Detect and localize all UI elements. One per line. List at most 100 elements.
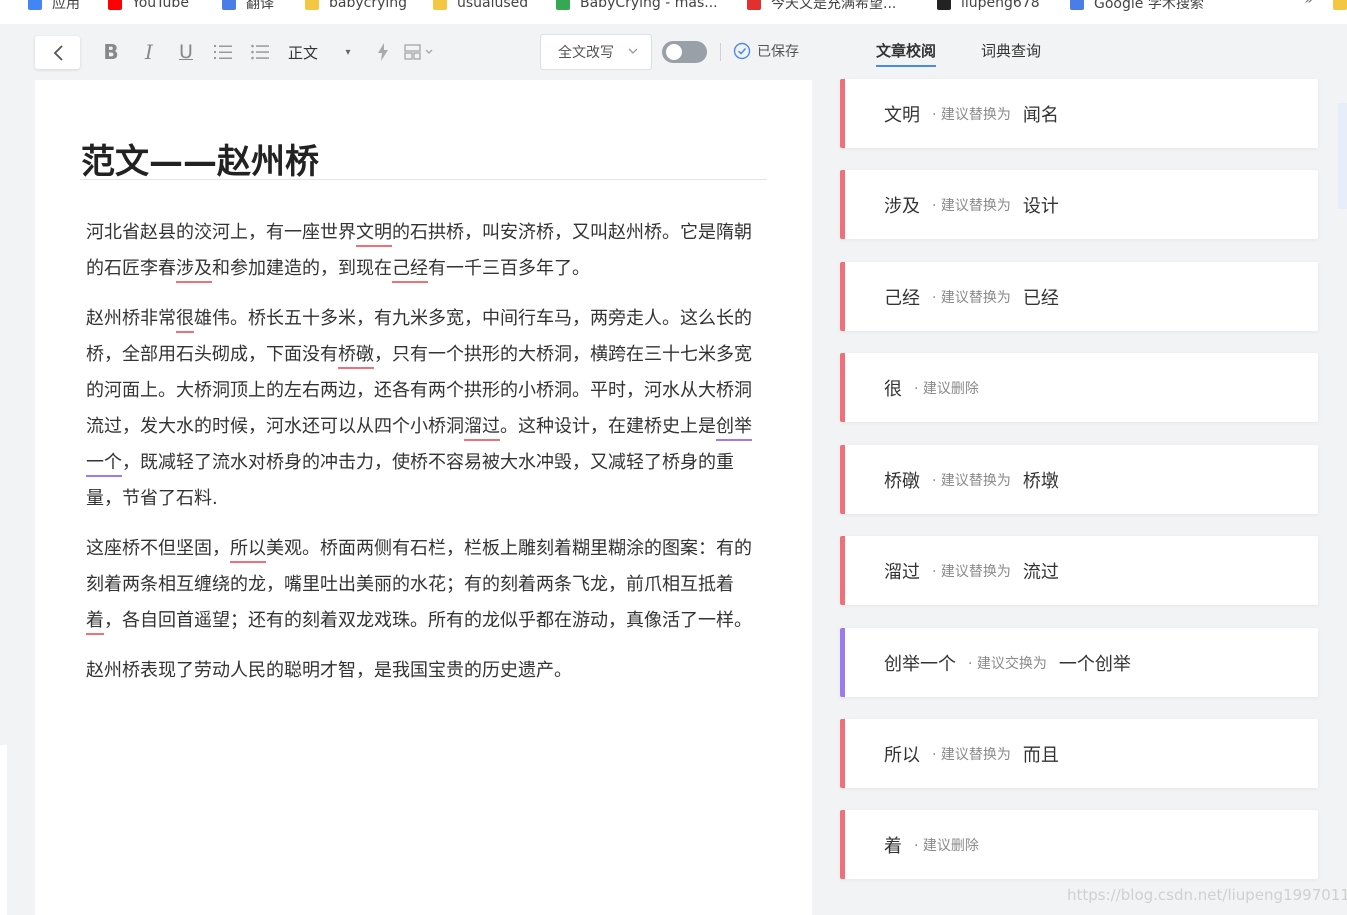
editor-toolbar: B I U 正文 ▾ 全文改写 已保存 (0, 24, 830, 80)
rewrite-label: 全文改写 (558, 45, 614, 61)
suggestion-original: 很 (884, 378, 902, 400)
suggestion-hint: · 建议替换为 (932, 106, 1011, 123)
suggestion-replacement[interactable]: 而且 (1023, 741, 1059, 767)
flagged-word[interactable]: 文明 (356, 222, 392, 243)
suggestion-card[interactable]: 溜过 · 建议替换为 流过 (840, 536, 1318, 605)
github-icon (937, 0, 951, 10)
suggestion-accent-bar (840, 628, 845, 697)
text-run: 赵州桥表现了劳动人民的聪明才智，是我国宝贵的历史遗产。 (86, 660, 572, 681)
bookmarks-overflow-button[interactable]: » (1304, 0, 1313, 8)
suggestion-card[interactable]: 很 · 建议删除 (840, 353, 1318, 422)
suggestion-replacement[interactable]: 闻名 (1023, 101, 1059, 127)
title-divider (80, 179, 767, 180)
toolbar-divider (720, 43, 721, 61)
bookmark-label: babycrying (329, 0, 408, 11)
paragraph[interactable]: 这座桥不但坚固，所以美观。桥面两侧有石栏，栏板上雕刻着糊里糊涂的图案：有的刻着两… (86, 531, 766, 639)
bookmark-item[interactable]: YouTube (108, 0, 189, 13)
suggestion-original: 涉及 (884, 195, 920, 217)
flagged-word[interactable]: 所以 (230, 538, 266, 559)
left-gutter (0, 745, 7, 915)
csdn-icon (747, 0, 761, 10)
italic-icon[interactable]: I (138, 39, 160, 65)
text-run: 这座桥不但坚固， (86, 538, 230, 559)
lightning-icon[interactable] (374, 39, 392, 65)
bullet-list-icon[interactable] (249, 39, 271, 65)
rewrite-toggle[interactable] (662, 41, 707, 63)
suggestion-card[interactable]: 文明 · 建议替换为 闻名 (840, 79, 1318, 148)
suggestion-original: 创举一个 (884, 653, 956, 675)
paragraph[interactable]: 河北省赵县的洨河上，有一座世界文明的石拱桥，叫安济桥，又叫赵州桥。它是隋朝的石匠… (86, 215, 766, 287)
flagged-word[interactable]: 着 (86, 610, 104, 631)
tab-dictionary[interactable]: 词典查询 (981, 40, 1041, 67)
bookmark-label: Google 学术搜索 (1094, 0, 1204, 12)
suggestion-replacement[interactable]: 桥墩 (1023, 467, 1059, 493)
suggestion-card[interactable]: 着 · 建议删除 (840, 810, 1318, 879)
panel-tabs: 文章校阅 词典查询 (876, 40, 1041, 67)
bookmark-label: YouTube (132, 0, 189, 11)
document-editor[interactable]: 范文——赵州桥 河北省赵县的洨河上，有一座世界文明的石拱桥，叫安济桥，又叫赵州桥… (35, 80, 812, 915)
ordered-list-icon[interactable] (212, 39, 234, 65)
watermark: https://blog.csdn.net/liupeng19970119 (1067, 886, 1347, 904)
apps-grid-icon (28, 0, 42, 10)
tab-proofread[interactable]: 文章校阅 (876, 40, 937, 67)
bookmark-item[interactable]: liupeng678 (937, 0, 1040, 13)
flagged-word[interactable]: 溜过 (464, 416, 500, 437)
bookmark-item[interactable]: Google 学术搜索 (1070, 0, 1204, 13)
flagged-word[interactable]: 己经 (392, 258, 428, 279)
bookmark-item[interactable]: BabyCrying - mas... (556, 0, 718, 13)
scrollbar[interactable] (1338, 103, 1347, 209)
text-run: 有一千三百多年了。 (428, 258, 590, 279)
bookmark-label: 今天又是充满希望... (771, 0, 897, 12)
paragraph[interactable]: 赵州桥表现了劳动人民的聪明才智，是我国宝贵的历史遗产。 (86, 653, 766, 689)
folder-icon (305, 0, 319, 10)
folder-icon[interactable] (1333, 0, 1347, 10)
rewrite-select[interactable]: 全文改写 (540, 34, 652, 70)
check-circle-icon (733, 42, 751, 60)
bookmark-item[interactable]: 翻译 (222, 0, 274, 13)
suggestion-replacement[interactable]: 流过 (1023, 558, 1059, 584)
bold-icon[interactable]: B (100, 39, 122, 65)
suggestion-original: 桥礅 (884, 470, 920, 492)
bookmark-label: 应用 (52, 0, 80, 12)
bookmark-item[interactable]: 今天又是充满希望... (747, 0, 896, 13)
paragraph[interactable]: 赵州桥非常很雄伟。桥长五十多米，有九米多宽，中间行车马，两旁走人。这么长的桥，全… (86, 301, 766, 517)
suggestion-card[interactable]: 所以 · 建议替换为 而且 (840, 719, 1318, 788)
flagged-word[interactable]: 桥礅 (338, 344, 374, 365)
suggestion-accent-bar (840, 262, 845, 331)
text-run: 。这种设计，在建桥史上是 (500, 416, 716, 437)
document-body[interactable]: 河北省赵县的洨河上，有一座世界文明的石拱桥，叫安济桥，又叫赵州桥。它是隋朝的石匠… (86, 215, 766, 703)
suggestion-accent-bar (840, 170, 845, 239)
folder-icon (433, 0, 447, 10)
suggestion-hint: · 建议删除 (914, 837, 979, 854)
bookmark-item[interactable]: usualused (433, 0, 528, 13)
suggestion-hint: · 建议删除 (914, 380, 979, 397)
flagged-word[interactable]: 涉及 (176, 258, 212, 279)
suggestion-replacement[interactable]: 已经 (1023, 284, 1059, 310)
suggestion-accent-bar (840, 810, 845, 879)
text-run: 河北省赵县的洨河上，有一座世界 (86, 222, 356, 243)
format-select[interactable]: 正文 (288, 42, 318, 63)
suggestion-accent-bar (840, 353, 845, 422)
suggestion-hint: · 建议替换为 (932, 197, 1011, 214)
document-title[interactable]: 范文——赵州桥 (81, 134, 319, 183)
bookmark-item[interactable]: babycrying (305, 0, 407, 13)
flagged-word[interactable]: 很 (176, 308, 194, 329)
suggestion-card[interactable]: 创举一个 · 建议交换为 一个创举 (840, 628, 1318, 697)
scholar-icon (1070, 0, 1084, 10)
bookmarks-bar: 应用 YouTube 翻译 babycrying usualused BabyCrying… (0, 0, 1347, 24)
suggestion-card[interactable]: 己经 · 建议替换为 已经 (840, 262, 1318, 331)
bookmark-item[interactable]: 应用 (28, 0, 80, 13)
bookmark-label: usualused (457, 0, 529, 11)
suggestion-card[interactable]: 桥礅 · 建议替换为 桥墩 (840, 445, 1318, 514)
suggestion-accent-bar (840, 79, 845, 148)
suggestion-original: 着 (884, 835, 902, 857)
suggestion-card[interactable]: 涉及 · 建议替换为 设计 (840, 170, 1318, 239)
suggestion-replacement[interactable]: 设计 (1023, 192, 1059, 218)
suggestion-replacement[interactable]: 一个创举 (1059, 650, 1131, 676)
underline-icon[interactable]: U (175, 39, 197, 65)
template-icon[interactable] (402, 39, 436, 65)
suggestion-original: 文明 (884, 104, 920, 126)
text-run: ，既减轻了流水对桥身的冲击力，使桥不容易被大水冲毁，又减轻了桥身的重量，节省了石… (86, 452, 734, 509)
caret-down-icon[interactable]: ▾ (342, 39, 354, 65)
back-button[interactable] (35, 36, 80, 69)
